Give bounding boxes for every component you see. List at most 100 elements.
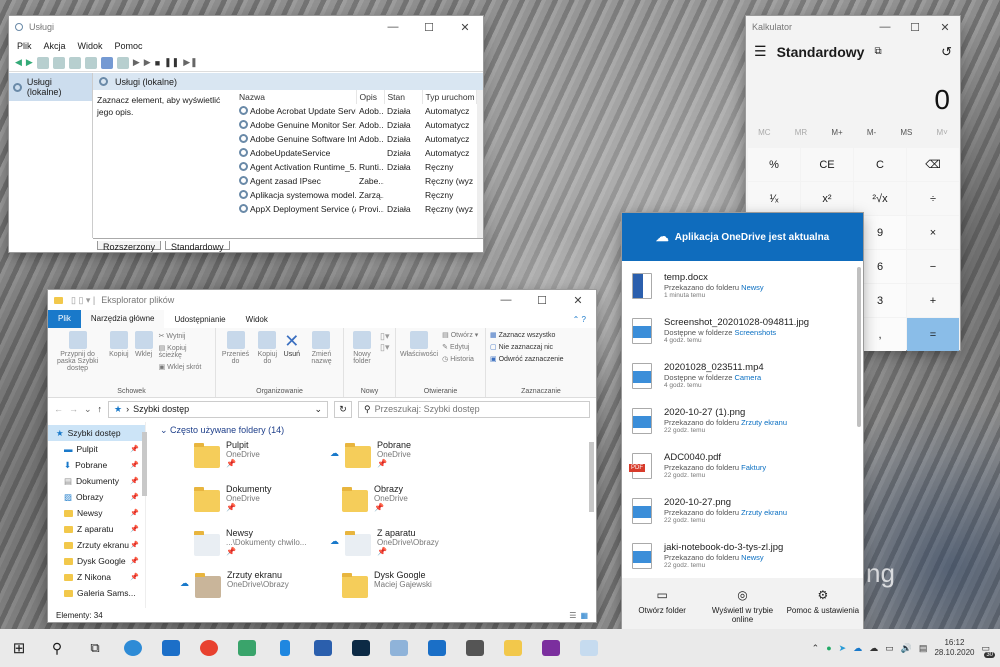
pause-icon[interactable]: ❚❚ xyxy=(164,57,179,68)
nav-item-newsy[interactable]: Newsy 📌 xyxy=(48,505,145,521)
memory-list-button[interactable]: M˅ xyxy=(937,128,948,137)
tree-item-services[interactable]: Usługi (lokalne) xyxy=(9,73,92,101)
list-item[interactable]: 2020-10-27.png Przekazano do folderu Zrzu… xyxy=(622,488,855,533)
edit-button[interactable]: ✎ Edytuj xyxy=(442,343,478,351)
paste-button[interactable]: Wklej xyxy=(134,331,153,394)
folder-tile[interactable]: Dokumenty OneDrive 📌 xyxy=(194,484,344,526)
folder-link[interactable]: Camera xyxy=(734,373,761,382)
move-to-button[interactable]: Przenieś do xyxy=(220,331,251,394)
memory-recall-button[interactable]: MR xyxy=(795,128,807,137)
new-item-icon[interactable]: ▯▾ ▯▾ xyxy=(380,331,389,394)
properties-icon[interactable] xyxy=(116,56,129,69)
rename-button[interactable]: Zmień nazwę xyxy=(304,331,339,394)
address-bar[interactable]: ★ › Szybki dostęp ⌄ xyxy=(108,400,329,418)
history-button[interactable]: ◷ Historia xyxy=(442,355,478,363)
tiles-view-icon[interactable]: ▦ xyxy=(580,611,588,620)
clock[interactable]: 16:12 28.10.2020 xyxy=(934,638,974,658)
table-row[interactable]: AppX Deployment Service (A... Provi... Dzi… xyxy=(236,202,477,216)
menu-pomoc[interactable]: Pomoc xyxy=(115,41,143,51)
refresh-button[interactable]: ↻ xyxy=(334,400,353,418)
nav-item-desktop[interactable]: ▬ Pulpit 📌 xyxy=(48,441,145,457)
maximize-button[interactable]: ☐ xyxy=(524,294,560,307)
play-alt-icon[interactable]: ▶ xyxy=(144,57,151,68)
forward-arrow-icon[interactable]: → xyxy=(69,404,78,414)
table-row[interactable]: AdobeUpdateService Działa Automatycz xyxy=(236,146,477,160)
taskbar-calculator[interactable] xyxy=(456,629,494,667)
table-row[interactable]: Agent zasad IPsec Zabe... Ręczny (wyz xyxy=(236,174,477,188)
table-row[interactable]: Aplikacja systemowa model...Zarzą... Ręcz… xyxy=(236,188,477,202)
list-item[interactable]: Screenshot_20201028-094811.jpg Dostępne w… xyxy=(622,308,855,353)
folder-link[interactable]: Newsy xyxy=(741,283,764,292)
onedrive-icon[interactable]: ☁ xyxy=(853,643,862,654)
tab-extended[interactable]: Rozszerzony xyxy=(97,241,162,252)
start-button[interactable]: ⊞ xyxy=(0,629,38,667)
clear-entry-button[interactable]: CE xyxy=(801,148,853,181)
task-view-button[interactable]: ⧉ xyxy=(76,629,114,667)
tray-app-icon[interactable]: ● xyxy=(826,643,831,653)
volume-icon[interactable]: 🔊 xyxy=(901,643,912,654)
clear-button[interactable]: C xyxy=(854,148,906,181)
network-icon[interactable]: ▭ xyxy=(885,643,894,654)
taskbar-edge[interactable] xyxy=(114,629,152,667)
taskbar-word[interactable] xyxy=(304,629,342,667)
recent-dropdown-icon[interactable]: ⌄ xyxy=(84,404,92,415)
column-header[interactable]: Nazwa xyxy=(236,90,357,104)
minus-button[interactable]: − xyxy=(907,250,959,283)
nav-pane-scrollbar[interactable] xyxy=(142,432,147,496)
nav-item-z-aparatu[interactable]: Z aparatu 📌 xyxy=(48,521,145,537)
tab-narzedzia-glowne[interactable]: Narzędzia główne xyxy=(80,310,165,328)
memory-clear-button[interactable]: MC xyxy=(758,128,770,137)
memory-add-button[interactable]: M+ xyxy=(831,128,842,137)
maximize-button[interactable]: ☐ xyxy=(900,21,930,34)
nav-item-quick-access[interactable]: ★ Szybki dostęp xyxy=(48,425,145,441)
notification-icon[interactable]: ▭ 30 xyxy=(981,643,995,658)
folder-tile[interactable]: Pulpit OneDrive 📌 xyxy=(194,440,344,482)
folder-tile[interactable]: Newsy ...\Dokumenty chwilo... 📌 xyxy=(194,528,344,570)
folder-tile[interactable]: Dysk Google Maciej Gajewski xyxy=(342,570,492,612)
activity-scrollbar[interactable] xyxy=(857,267,861,427)
taskbar-phone[interactable] xyxy=(266,629,304,667)
search-button[interactable]: ⚲ xyxy=(38,629,76,667)
divide-button[interactable]: ÷ xyxy=(907,182,959,215)
tab-plik[interactable]: Plik xyxy=(48,310,81,328)
multiply-button[interactable]: × xyxy=(907,216,959,249)
square-button[interactable]: x² xyxy=(801,182,853,215)
select-none-button[interactable]: ▢ Nie zaznaczaj nic xyxy=(490,343,592,351)
nav-item-pictures[interactable]: ▨ Obrazy 📌 xyxy=(48,489,145,505)
delete-button[interactable]: ✕ Usuń xyxy=(284,331,300,394)
console-tree-icon[interactable] xyxy=(36,56,49,69)
cut-button[interactable]: ✂ Wytnij xyxy=(159,332,211,340)
pin-quick-access-button[interactable]: Przypnij do paska Szybki dostęp xyxy=(52,331,103,394)
vertical-scrollbar[interactable] xyxy=(477,90,483,238)
folder-tile[interactable]: ☁ Pobrane OneDrive 📌 xyxy=(330,440,480,482)
nav-item-z-nikona[interactable]: Z Nikona 📌 xyxy=(48,569,145,585)
menu-akcja[interactable]: Akcja xyxy=(44,41,66,51)
square-root-button[interactable]: ²√x xyxy=(854,182,906,215)
new-folder-button[interactable]: Nowy folder xyxy=(348,331,376,394)
table-row[interactable]: Adobe Genuine Software Int... Adob... Dzia… xyxy=(236,132,477,146)
taskbar-firefox[interactable] xyxy=(190,629,228,667)
keep-on-top-icon[interactable]: ⧉ xyxy=(874,46,881,57)
taskbar-mail[interactable] xyxy=(152,629,190,667)
invert-selection-button[interactable]: ▣ Odwróć zaznaczenie xyxy=(490,355,592,363)
copy-to-button[interactable]: Kopiuj do xyxy=(255,331,280,394)
taskbar-onenote[interactable] xyxy=(532,629,570,667)
help-icon[interactable] xyxy=(100,56,113,69)
help-icon[interactable]: ⌃ ? xyxy=(563,315,596,324)
up-arrow-icon[interactable]: ↑ xyxy=(98,404,103,414)
taskbar-explorer[interactable] xyxy=(494,629,532,667)
nav-item-zrzuty-ekranu[interactable]: Zrzuty ekranu 📌 xyxy=(48,537,145,553)
menu-plik[interactable]: Plik xyxy=(17,41,32,51)
details-view-icon[interactable]: ☰ xyxy=(569,611,576,620)
cloud-icon[interactable]: ☁ xyxy=(869,643,878,654)
back-icon[interactable]: ◀ xyxy=(15,57,22,68)
paste-shortcut-button[interactable]: ▣ Wklej skrót xyxy=(159,363,211,371)
search-input[interactable]: Przeszukaj: Szybki dostęp xyxy=(375,404,480,414)
nav-item-downloads[interactable]: ⬇ Pobrane 📌 xyxy=(48,457,145,473)
tab-widok[interactable]: Widok xyxy=(236,315,278,324)
history-icon[interactable]: ↺ xyxy=(941,44,952,60)
folder-link[interactable]: Zrzuty ekranu xyxy=(741,508,787,517)
tab-udostepnianie[interactable]: Udostępnianie xyxy=(164,315,235,324)
nav-item-documents[interactable]: ▤ Dokumenty 📌 xyxy=(48,473,145,489)
taskbar-snip[interactable] xyxy=(570,629,608,667)
